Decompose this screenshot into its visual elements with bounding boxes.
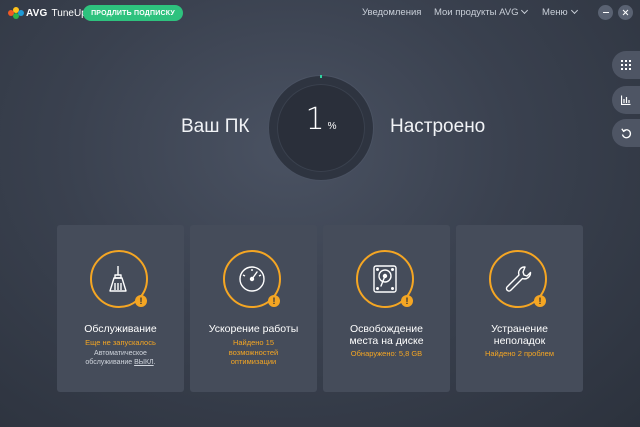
- subscribe-button[interactable]: ПРОДЛИТЬ ПОДПИСКУ: [83, 5, 183, 21]
- card-title-line1: Освобождение: [350, 323, 423, 335]
- close-icon: [622, 9, 629, 16]
- speedometer-icon: [239, 266, 265, 292]
- auto-maintenance-toggle-link[interactable]: ВЫКЛ: [134, 359, 154, 366]
- warning-icon: !: [401, 295, 413, 307]
- broom-icon: [109, 266, 127, 292]
- card-title: Обслуживание: [84, 323, 157, 335]
- warning-icon: !: [268, 295, 280, 307]
- card-status: Найдено 2 проблем: [484, 349, 555, 358]
- product-name: TuneUp: [51, 7, 87, 19]
- note-suffix: .: [153, 359, 156, 366]
- rescue-center-button[interactable]: [612, 119, 640, 147]
- hard-disk-icon: [373, 265, 397, 293]
- card-note: Автоматическое: [94, 350, 147, 357]
- menu-label: Меню: [542, 7, 568, 18]
- card-status-line3: оптимизации: [230, 357, 277, 366]
- troubleshooting-card[interactable]: ! Устранение неполадок Найдено 2 проблем: [456, 225, 583, 392]
- bar-chart-icon: [621, 95, 631, 105]
- apps-button[interactable]: [612, 51, 640, 79]
- card-status: Обнаружено: 5,8 GB: [350, 349, 423, 358]
- grid-icon: [621, 60, 631, 70]
- gauge-number: 1: [305, 102, 325, 137]
- top-bar: AVG TuneUp ПРОДЛИТЬ ПОДПИСКУ Уведомления…: [0, 0, 640, 26]
- gauge-unit: %: [327, 121, 337, 132]
- brand-name: AVG: [26, 7, 48, 19]
- minimize-icon: [602, 12, 609, 13]
- avg-logo-icon: [8, 7, 24, 19]
- main-menu[interactable]: Меню: [542, 6, 578, 18]
- card-title: Ускорение работы: [208, 323, 299, 335]
- app-logo: AVG TuneUp: [8, 6, 87, 20]
- card-status: Еще не запускалось: [85, 338, 156, 347]
- disk-cleanup-card[interactable]: ! Освобождение места на диске Обнаружено…: [323, 225, 450, 392]
- your-pc-label: Ваш ПК: [181, 116, 250, 137]
- gauge-value: 1%: [269, 102, 373, 137]
- tuned-label: Настроено: [390, 116, 486, 137]
- my-products-label: Мои продукты AVG: [434, 7, 519, 18]
- wrench-icon: [505, 266, 532, 292]
- minimize-button[interactable]: [598, 5, 613, 20]
- close-button[interactable]: [618, 5, 633, 20]
- undo-icon: [620, 127, 631, 138]
- note-prefix: обслуживание: [85, 359, 135, 366]
- card-status-line2: возможностей: [228, 347, 279, 357]
- chevron-down-icon: [521, 6, 529, 15]
- card-title-line2: неполадок: [493, 335, 546, 347]
- card-status-line1: Найдено 15: [232, 338, 275, 347]
- notifications-link[interactable]: Уведомления: [362, 7, 421, 18]
- card-title-line1: Устранение: [491, 323, 548, 335]
- statistics-button[interactable]: [612, 86, 640, 114]
- card-note-line2: обслуживание ВЫКЛ.: [57, 358, 184, 367]
- chevron-down-icon: [570, 6, 578, 15]
- warning-icon: !: [534, 295, 546, 307]
- my-products-menu[interactable]: Мои продукты AVG: [434, 6, 529, 18]
- tuneup-progress-gauge: 1%: [269, 75, 373, 180]
- speedup-card[interactable]: ! Ускорение работы Найдено 15 возможност…: [190, 225, 317, 392]
- gauge-progress-indicator: [320, 75, 322, 78]
- card-title-line2: места на диске: [349, 335, 424, 347]
- warning-icon: !: [135, 295, 147, 307]
- maintenance-card[interactable]: ! Обслуживание Еще не запускалось Автома…: [57, 225, 184, 392]
